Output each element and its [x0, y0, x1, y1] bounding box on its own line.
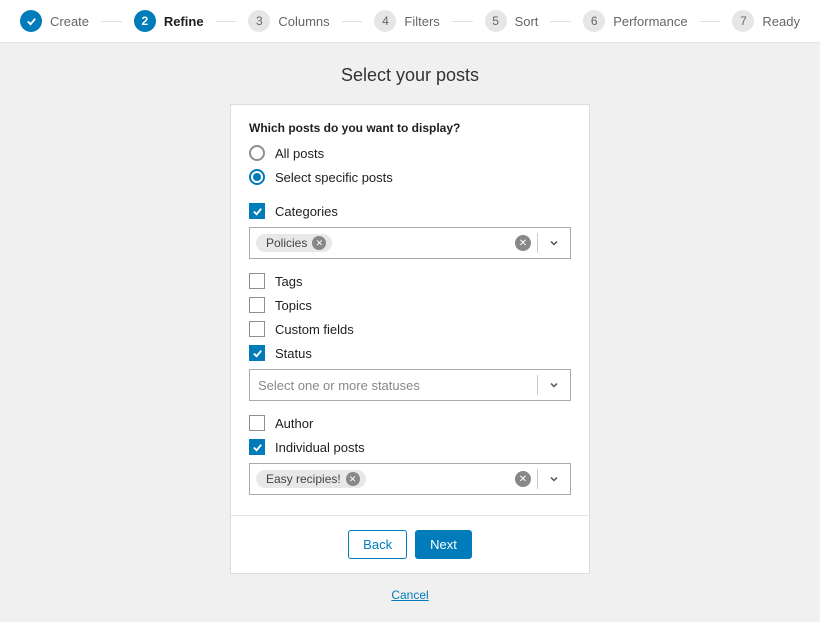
step-label: Filters [404, 14, 439, 29]
step-columns[interactable]: 3 Columns [248, 10, 329, 32]
checkbox-individual-posts[interactable]: Individual posts [249, 439, 571, 455]
categories-select[interactable]: Policies ✕ ✕ [249, 227, 571, 259]
checkbox-tags[interactable]: Tags [249, 273, 571, 289]
step-number: 2 [134, 10, 156, 32]
step-label: Sort [515, 14, 539, 29]
checkbox-label: Status [275, 346, 312, 361]
checkbox-icon [249, 297, 265, 313]
radio-all-posts[interactable]: All posts [249, 145, 571, 161]
page-body: Select your posts Which posts do you wan… [0, 43, 820, 622]
radio-icon [249, 169, 265, 185]
chip-remove-icon[interactable]: ✕ [312, 236, 326, 250]
checkbox-icon [249, 321, 265, 337]
checkbox-label: Tags [275, 274, 302, 289]
divider [537, 375, 538, 395]
step-separator [101, 21, 122, 22]
chevron-down-icon[interactable] [544, 237, 564, 249]
chip-label: Easy recipies! [266, 472, 341, 486]
step-create[interactable]: Create [20, 10, 89, 32]
checkbox-label: Author [275, 416, 313, 431]
divider [537, 469, 538, 489]
checkbox-label: Custom fields [275, 322, 354, 337]
step-label: Refine [164, 14, 204, 29]
step-separator [216, 21, 237, 22]
checkbox-icon [249, 439, 265, 455]
step-number: 7 [732, 10, 754, 32]
checkbox-label: Categories [275, 204, 338, 219]
status-select[interactable]: Select one or more statuses [249, 369, 571, 401]
step-label: Ready [762, 14, 800, 29]
individual-posts-select[interactable]: Easy recipies! ✕ ✕ [249, 463, 571, 495]
checkbox-icon [249, 203, 265, 219]
chevron-down-icon[interactable] [544, 379, 564, 391]
next-button[interactable]: Next [415, 530, 472, 559]
step-label: Performance [613, 14, 687, 29]
checkbox-topics[interactable]: Topics [249, 297, 571, 313]
radio-label: All posts [275, 146, 324, 161]
form-panel: Which posts do you want to display? All … [230, 104, 590, 574]
page-title: Select your posts [341, 65, 479, 86]
step-separator [550, 21, 571, 22]
checkbox-status[interactable]: Status [249, 345, 571, 361]
check-icon [20, 10, 42, 32]
chip: Policies ✕ [256, 234, 332, 252]
checkbox-custom-fields[interactable]: Custom fields [249, 321, 571, 337]
cancel-link[interactable]: Cancel [391, 588, 428, 602]
checkbox-label: Topics [275, 298, 312, 313]
chevron-down-icon[interactable] [544, 473, 564, 485]
checkbox-label: Individual posts [275, 440, 365, 455]
step-refine[interactable]: 2 Refine [134, 10, 204, 32]
step-separator [342, 21, 363, 22]
panel-footer: Back Next [231, 515, 589, 573]
radio-icon [249, 145, 265, 161]
step-sort[interactable]: 5 Sort [485, 10, 539, 32]
back-button[interactable]: Back [348, 530, 407, 559]
step-label: Create [50, 14, 89, 29]
chip-remove-icon[interactable]: ✕ [346, 472, 360, 486]
clear-icon[interactable]: ✕ [515, 235, 531, 251]
step-label: Columns [278, 14, 329, 29]
chip: Easy recipies! ✕ [256, 470, 366, 488]
wizard-stepper: Create 2 Refine 3 Columns 4 Filters 5 So… [0, 0, 820, 43]
step-filters[interactable]: 4 Filters [374, 10, 439, 32]
radio-label: Select specific posts [275, 170, 393, 185]
step-number: 6 [583, 10, 605, 32]
step-performance[interactable]: 6 Performance [583, 10, 687, 32]
step-separator [700, 21, 721, 22]
clear-icon[interactable]: ✕ [515, 471, 531, 487]
checkbox-categories[interactable]: Categories [249, 203, 571, 219]
step-ready[interactable]: 7 Ready [732, 10, 800, 32]
step-separator [452, 21, 473, 22]
checkbox-icon [249, 415, 265, 431]
radio-specific-posts[interactable]: Select specific posts [249, 169, 571, 185]
question-label: Which posts do you want to display? [249, 121, 571, 135]
select-placeholder: Select one or more statuses [256, 378, 420, 393]
step-number: 3 [248, 10, 270, 32]
checkbox-author[interactable]: Author [249, 415, 571, 431]
chip-label: Policies [266, 236, 307, 250]
divider [537, 233, 538, 253]
step-number: 4 [374, 10, 396, 32]
checkbox-icon [249, 273, 265, 289]
step-number: 5 [485, 10, 507, 32]
checkbox-icon [249, 345, 265, 361]
